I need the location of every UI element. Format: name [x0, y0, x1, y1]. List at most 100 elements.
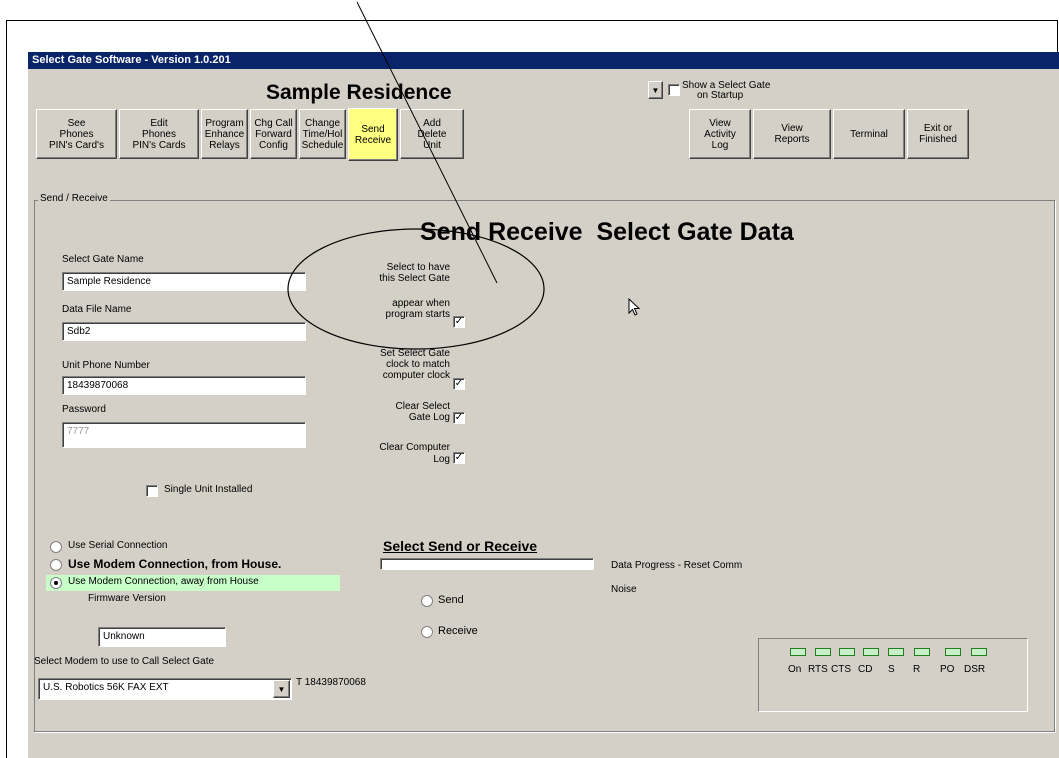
residence-name: Sample Residence	[266, 81, 452, 104]
option-clear-gate-line1: Clear Select	[395, 401, 450, 412]
view-activity-log-button[interactable]: View Activity Log	[689, 109, 751, 159]
firmware-label: Firmware Version	[88, 593, 166, 604]
button-label: View	[709, 117, 731, 129]
status-label-cd: CD	[858, 664, 873, 675]
show-on-startup-label-2: on Startup	[697, 90, 744, 101]
modem-house-radio[interactable]	[50, 559, 62, 571]
button-label: Relays	[209, 139, 240, 151]
status-led-cd	[863, 648, 879, 656]
single-unit-label: Single Unit Installed	[164, 484, 253, 495]
option-clock-line2: clock to match	[386, 359, 450, 370]
option-startup-line4: program starts	[385, 309, 450, 320]
data-file-input[interactable]: Sdb2	[62, 322, 306, 341]
show-on-startup-checkbox[interactable]	[668, 84, 680, 96]
button-label: Reports	[774, 134, 810, 145]
serial-connection-radio[interactable]	[50, 541, 62, 553]
terminal-button[interactable]: Terminal	[833, 109, 905, 159]
phone-input[interactable]: 18439870068	[62, 376, 306, 395]
button-label: Chg Call	[254, 117, 293, 129]
dial-string: T 18439870068	[296, 677, 366, 688]
button-label: Forward	[255, 128, 292, 140]
status-label-cts: CTS	[831, 664, 851, 675]
option-startup-line3: appear when	[392, 298, 450, 309]
gate-name-label: Select Gate Name	[62, 254, 144, 265]
status-label-po: PO	[940, 664, 955, 675]
button-label: Phones	[59, 128, 94, 140]
button-label: See	[67, 117, 86, 129]
status-led-po	[945, 648, 961, 656]
modem-away-radio[interactable]	[50, 577, 62, 589]
button-label: PIN's Cards	[132, 139, 186, 151]
progress-label: Data Progress - Reset Comm	[611, 560, 743, 571]
group-title: Send / Receive	[38, 193, 110, 204]
status-label-dsr: DSR	[964, 664, 986, 675]
receive-radio[interactable]	[421, 626, 433, 638]
chevron-down-icon: ▼	[277, 684, 286, 694]
send-receive-button[interactable]: Send Receive	[348, 108, 398, 161]
option-clock-line1: Set Select Gate	[379, 348, 450, 359]
serial-connection-label: Use Serial Connection	[68, 540, 168, 551]
page-heading: Send Receive Select Gate Data	[420, 218, 794, 246]
status-led-rts	[815, 648, 831, 656]
modem-away-label: Use Modem Connection, away from House	[68, 576, 259, 587]
data-file-label: Data File Name	[62, 304, 132, 315]
button-label: Terminal	[850, 128, 888, 140]
gate-name-input[interactable]: Sample Residence	[62, 272, 306, 291]
password-label: Password	[62, 404, 106, 415]
option-startup-line1: Select to have	[386, 262, 450, 273]
send-receive-title: Select Send or Receive	[383, 538, 538, 554]
modem-dropdown-button[interactable]: ▼	[273, 680, 290, 698]
call-forward-button[interactable]: Chg Call Forward Config	[250, 109, 297, 159]
exit-button[interactable]: Exit or Finished	[907, 109, 969, 159]
modem-select-label: Select Modem to use to Call Select Gate	[34, 656, 215, 667]
app-window: Select Gate Software - Version 1.0.201 S…	[28, 52, 1059, 758]
schedule-button[interactable]: Change Time/Hol Schedule	[299, 109, 346, 159]
option-clear-computer-line1: Clear Computer	[379, 442, 450, 453]
option-clock-line3: computer clock	[382, 370, 450, 381]
chevron-down-icon: ▼	[651, 85, 660, 95]
button-label: PIN's Card's	[49, 139, 104, 151]
residence-combo[interactable]: Sample Residence	[262, 79, 679, 106]
status-led-r	[914, 648, 930, 656]
modem-select[interactable]: U.S. Robotics 56K FAX EXT	[38, 678, 292, 700]
option-clear-computer-line2: Log	[433, 454, 450, 465]
status-led-dsr	[971, 648, 987, 656]
option-startup-checkbox[interactable]: ✓	[453, 316, 465, 328]
option-clock-checkbox[interactable]: ✓	[453, 378, 465, 390]
status-label-rts: RTS	[808, 664, 828, 675]
edit-phones-button[interactable]: Edit Phones PIN's Cards	[119, 109, 199, 159]
button-label: Send	[361, 123, 385, 135]
option-startup-line2: this Select Gate	[379, 273, 450, 284]
firmware-input[interactable]: Unknown	[98, 627, 226, 647]
button-label: Enhance	[204, 128, 245, 140]
button-label: Finished	[919, 134, 957, 145]
single-unit-checkbox[interactable]	[146, 485, 158, 497]
button-label: View	[781, 123, 803, 134]
button-label: Phones	[142, 128, 176, 140]
option-clear-computer-checkbox[interactable]: ✓	[453, 452, 465, 464]
residence-dropdown-button[interactable]: ▼	[648, 81, 663, 99]
password-input[interactable]: 7777	[62, 422, 306, 448]
button-label: Receive	[354, 134, 392, 146]
modem-house-label: Use Modem Connection, from House.	[68, 557, 282, 571]
receive-label: Receive	[438, 625, 478, 637]
phone-label: Unit Phone Number	[62, 360, 150, 371]
view-reports-button[interactable]: View Reports	[753, 109, 831, 159]
button-label: Delete	[417, 128, 447, 140]
mouse-cursor-icon	[628, 298, 641, 316]
send-radio[interactable]	[421, 595, 433, 607]
button-label: Unit	[423, 139, 441, 151]
button-label: Time/Hol	[302, 128, 343, 140]
button-label: Activity	[704, 128, 736, 140]
button-label: Schedule	[301, 139, 344, 151]
button-label: Edit	[150, 117, 168, 129]
status-label-s: S	[888, 664, 895, 675]
send-label: Send	[438, 594, 464, 606]
option-clear-gate-checkbox[interactable]: ✓	[453, 412, 465, 424]
program-relays-button[interactable]: Program Enhance Relays	[201, 109, 248, 159]
see-phones-button[interactable]: See Phones PIN's Card's	[36, 109, 117, 159]
status-label-on: On	[788, 664, 802, 675]
add-delete-unit-button[interactable]: Add Delete Unit	[400, 109, 464, 159]
status-led-on	[790, 648, 806, 656]
button-label: Log	[711, 139, 729, 151]
